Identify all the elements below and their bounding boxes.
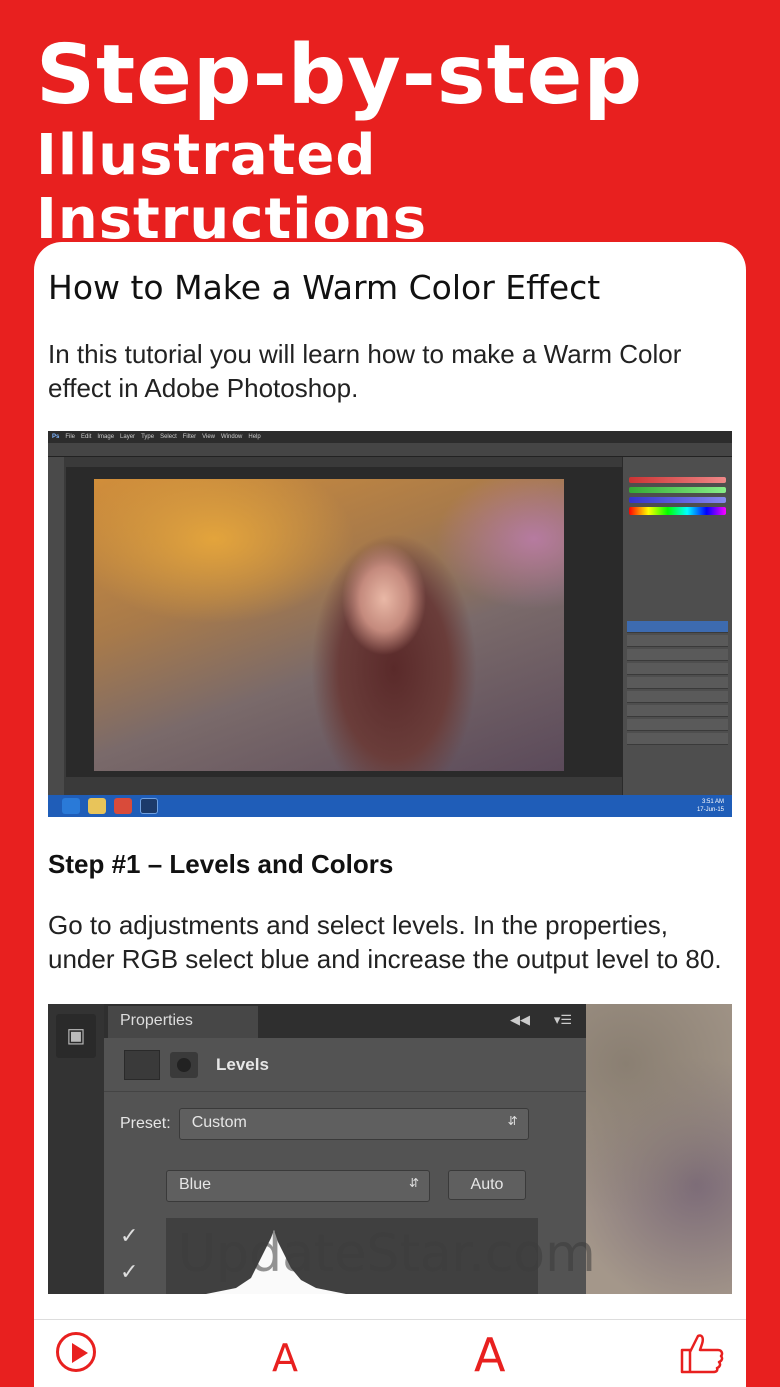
hero-header: Step-by-step Illustrated Instructions (36, 30, 780, 252)
layer-row (627, 691, 728, 703)
bottom-toolbar: A A (34, 1319, 746, 1387)
color-slider-blue (629, 497, 726, 503)
windows-taskbar: 3:51 AM 17-Jun-15 (48, 795, 732, 817)
layer-row (627, 649, 728, 661)
color-slider-red (629, 477, 726, 483)
auto-button: Auto (448, 1170, 526, 1200)
preset-label: Preset: (120, 1115, 171, 1132)
ps-toolbox (48, 457, 64, 795)
eyedropper-icon: ✓ (120, 1223, 139, 1248)
levels-histogram-icon (124, 1049, 160, 1080)
layer-row (627, 677, 728, 689)
props-side-dock: ▣ (48, 1004, 104, 1294)
collapse-icon: ◀◀ (510, 1012, 530, 1027)
ps-canvas (66, 467, 622, 777)
font-smaller-icon[interactable]: A (272, 1336, 298, 1380)
ie-icon (62, 798, 80, 814)
font-larger-icon[interactable]: A (474, 1328, 505, 1382)
step-title: Step #1 – Levels and Colors (48, 849, 394, 879)
hero-subtitle: Illustrated Instructions (36, 123, 428, 252)
ps-logo: Ps (52, 434, 60, 440)
ps-menubar: Ps File Edit Image Layer Type Select Fil… (48, 431, 732, 443)
color-spectrum (629, 507, 726, 515)
ps-menu-item: Help (248, 434, 261, 440)
article-card: How to Make a Warm Color Effect In this … (34, 242, 746, 1387)
thumbs-up-icon[interactable] (678, 1332, 724, 1384)
panel-menu-icon: ▾☰ (553, 1012, 572, 1027)
layer-row (627, 663, 728, 675)
blurred-photo (586, 1004, 732, 1294)
layer-row (627, 719, 728, 731)
article-intro: In this tutorial you will learn how to m… (48, 339, 682, 403)
channel-value: Blue (179, 1176, 212, 1193)
ps-menu-item: File (65, 434, 76, 440)
taskbar-date: 17-Jun-15 (696, 807, 724, 813)
preset-row: Preset: Custom ⇵ (120, 1108, 529, 1140)
ps-menu-item: Type (141, 434, 155, 440)
ps-menu-item: Filter (182, 434, 197, 440)
photoshop-screenshot: Ps File Edit Image Layer Type Select Fil… (48, 431, 732, 817)
preset-value: Custom (191, 1114, 247, 1131)
ps-options-bar (48, 443, 732, 457)
ps-panels (622, 457, 732, 795)
portrait-photo (94, 479, 564, 771)
preset-select: Custom ⇵ (178, 1108, 529, 1140)
levels-label: Levels (216, 1054, 269, 1074)
chrome-icon (114, 798, 132, 814)
watermark: UpdateStar.com (178, 1224, 596, 1284)
properties-tab: Properties (108, 1006, 258, 1038)
play-icon[interactable] (56, 1332, 96, 1372)
channel-row: Blue ⇵ Auto (166, 1170, 526, 1202)
hero-title: Step-by-step (36, 28, 644, 123)
cube-icon: ▣ (56, 1014, 96, 1058)
levels-row: Levels (104, 1038, 586, 1092)
layer-row (627, 621, 728, 633)
properties-screenshot: ▣ Properties ◀◀ ▾☰ Levels Preset: Custom (48, 1004, 732, 1294)
ps-menu-item: Layer (120, 434, 136, 440)
layer-row (627, 705, 728, 717)
article-title: How to Make a Warm Color Effect (48, 268, 601, 307)
thumbs-up-glyph (680, 1334, 724, 1374)
layer-row (627, 635, 728, 647)
eyedropper-icon: ✓ (120, 1259, 139, 1284)
color-slider-green (629, 487, 726, 493)
select-arrows-icon: ⇵ (507, 1114, 518, 1128)
select-arrows-icon: ⇵ (408, 1176, 419, 1190)
ps-menu-item: Select (160, 434, 177, 440)
panel-header: Properties ◀◀ ▾☰ (104, 1004, 586, 1038)
folder-icon (88, 798, 106, 814)
channel-select: Blue ⇵ (166, 1170, 430, 1202)
mask-icon (170, 1051, 198, 1078)
ps-menu-item: Edit (81, 434, 92, 440)
ps-menu-item: Window (221, 434, 243, 440)
eyedroppers: ✓ ✓ (120, 1218, 138, 1290)
ps-menu-item: View (202, 434, 216, 440)
step-body: Go to adjustments and select levels. In … (48, 910, 722, 974)
taskbar-time: 3:51 AM (701, 799, 724, 805)
taskbar-clock: 3:51 AM 17-Jun-15 (697, 798, 724, 814)
ps-menu-item: Image (97, 434, 115, 440)
layer-row (627, 733, 728, 745)
photoshop-icon (140, 798, 158, 814)
